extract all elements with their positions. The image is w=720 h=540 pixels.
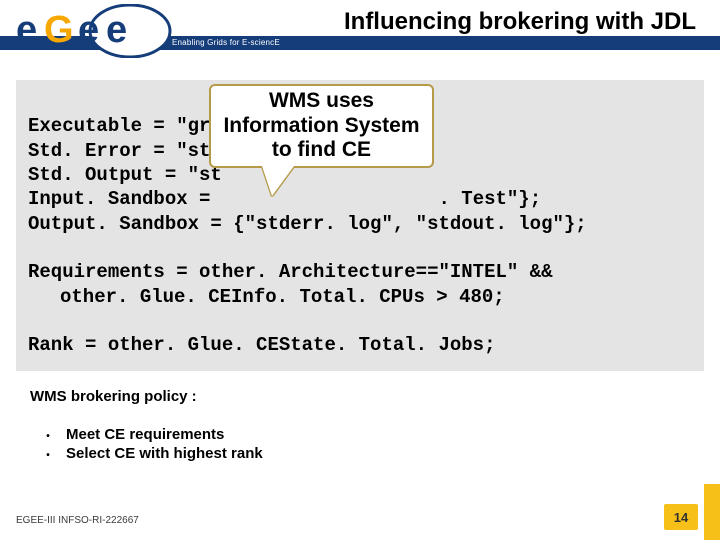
bullet-row: • Select CE with highest rank <box>30 445 263 462</box>
policy-heading: WMS brokering policy : <box>30 388 197 405</box>
tagline: Enabling Grids for E-sciencE <box>172 38 280 47</box>
slide-header: Enabling Grids for E-sciencE e G e e Inf… <box>0 0 720 66</box>
callout-line: WMS uses <box>223 89 419 114</box>
slide-title: Influencing brokering with JDL <box>344 8 696 36</box>
code-line: other. Glue. CEInfo. Total. CPUs > 480; <box>28 285 692 309</box>
policy-bullets: • Meet CE requirements • Select CE with … <box>30 426 263 464</box>
bullet-icon: • <box>30 431 66 442</box>
bullet-text: Meet CE requirements <box>66 426 224 443</box>
footer-id: EGEE-III INFSO-RI-222667 <box>16 515 139 526</box>
svg-text:G: G <box>44 9 74 51</box>
code-line: Output. Sandbox = {"stderr. log", "stdou… <box>28 213 587 235</box>
bullet-text: Select CE with highest rank <box>66 445 263 462</box>
callout-tail <box>262 166 294 196</box>
code-box: Executable = "grid. Test"; Std. Error = … <box>16 80 704 371</box>
page-number: 14 <box>664 504 698 530</box>
svg-text:e: e <box>16 9 37 51</box>
bullet-icon: • <box>30 450 66 461</box>
egee-logo: e G e e <box>12 4 172 58</box>
code-line: Requirements = other. Architecture=="INT… <box>28 261 553 283</box>
code-line: Rank = other. Glue. CEState. Total. Jobs… <box>28 334 495 356</box>
callout-box: WMS uses Information System to find CE <box>209 84 434 168</box>
svg-text:e: e <box>78 9 99 51</box>
corner-accent <box>704 484 720 540</box>
bullet-row: • Meet CE requirements <box>30 426 263 443</box>
callout-line: to find CE <box>223 138 419 163</box>
code-line: Std. Error = "std <box>28 140 222 162</box>
callout-line: Information System <box>223 114 419 139</box>
svg-text:e: e <box>106 9 127 51</box>
code-line: Std. Output = "st <box>28 164 222 186</box>
